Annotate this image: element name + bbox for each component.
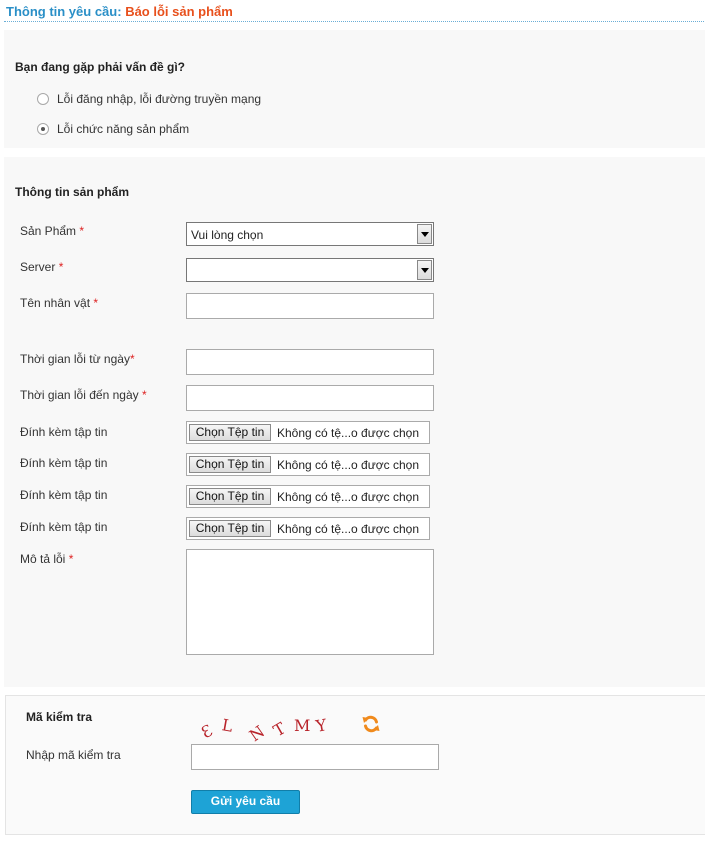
radio-function-issue-label[interactable]: Lỗi chức năng sản phẩm bbox=[57, 122, 189, 136]
to-date-input[interactable] bbox=[186, 385, 434, 411]
radio-login-issue-label[interactable]: Lỗi đăng nhập, lỗi đường truyền mạng bbox=[57, 92, 261, 106]
chevron-down-icon bbox=[417, 260, 432, 280]
from-date-label: Thời gian lỗi từ ngày* bbox=[20, 352, 135, 366]
to-date-label: Thời gian lỗi đến ngày * bbox=[20, 388, 147, 402]
chevron-down-icon bbox=[417, 224, 432, 244]
submit-button[interactable]: Gửi yêu cầu bbox=[191, 790, 300, 814]
required-mark: * bbox=[141, 388, 147, 402]
page-title: Thông tin yêu cầu: Báo lỗi sản phẩm bbox=[6, 4, 233, 19]
choose-file-button[interactable]: Chọn Tệp tin bbox=[189, 520, 271, 537]
description-textarea[interactable] bbox=[186, 549, 434, 655]
captcha-char: T bbox=[269, 718, 289, 741]
required-mark: * bbox=[129, 352, 135, 366]
choose-file-button[interactable]: Chọn Tệp tin bbox=[189, 488, 271, 505]
header-divider bbox=[4, 21, 704, 22]
attachment-label: Đính kèm tập tin bbox=[20, 425, 108, 439]
server-label: Server * bbox=[20, 260, 64, 274]
required-mark: * bbox=[58, 260, 64, 274]
required-mark: * bbox=[93, 296, 99, 310]
description-label: Mô tả lỗi * bbox=[20, 552, 74, 566]
title-prefix: Thông tin yêu cầu: bbox=[6, 4, 122, 19]
choose-file-button[interactable]: Chọn Tệp tin bbox=[189, 424, 271, 441]
product-info-title: Thông tin sản phẩm bbox=[15, 185, 129, 199]
product-select-value: Vui lòng chọn bbox=[191, 228, 264, 242]
attachment-label: Đính kèm tập tin bbox=[20, 456, 108, 470]
file-status: Không có tệ...o được chọn bbox=[277, 458, 419, 472]
attachment-label: Đính kèm tập tin bbox=[20, 488, 108, 502]
captcha-title: Mã kiểm tra bbox=[26, 710, 93, 724]
character-label: Tên nhân vật * bbox=[20, 296, 99, 310]
refresh-icon[interactable] bbox=[361, 714, 381, 734]
attachment-input[interactable]: Chọn Tệp tin Không có tệ...o được chọn bbox=[186, 453, 430, 476]
issue-question: Bạn đang gặp phải vấn đề gì? bbox=[15, 60, 186, 74]
from-date-input[interactable] bbox=[186, 349, 434, 375]
required-mark: * bbox=[68, 552, 74, 566]
file-status: Không có tệ...o được chọn bbox=[277, 522, 419, 536]
attachment-input[interactable]: Chọn Tệp tin Không có tệ...o được chọn bbox=[186, 421, 430, 444]
captcha-char: Y bbox=[314, 715, 329, 736]
server-select[interactable] bbox=[186, 258, 434, 282]
captcha-char: M bbox=[294, 716, 311, 735]
file-status: Không có tệ...o được chọn bbox=[277, 426, 419, 440]
product-select[interactable]: Vui lòng chọn bbox=[186, 222, 434, 246]
captcha-input[interactable] bbox=[191, 744, 439, 770]
attachment-input[interactable]: Chọn Tệp tin Không có tệ...o được chọn bbox=[186, 517, 430, 540]
captcha-char: L bbox=[220, 715, 235, 736]
attachment-label: Đính kèm tập tin bbox=[20, 520, 108, 534]
radio-function-issue[interactable] bbox=[37, 123, 49, 135]
radio-login-issue[interactable] bbox=[37, 93, 49, 105]
captcha-char: N bbox=[245, 721, 269, 746]
title-value: Báo lỗi sản phẩm bbox=[125, 4, 233, 19]
choose-file-button[interactable]: Chọn Tệp tin bbox=[189, 456, 271, 473]
attachment-input[interactable]: Chọn Tệp tin Không có tệ...o được chọn bbox=[186, 485, 430, 508]
product-label: Sản Phẩm * bbox=[20, 224, 85, 238]
file-status: Không có tệ...o được chọn bbox=[277, 490, 419, 504]
captcha-char: Ɛ bbox=[197, 720, 217, 743]
required-mark: * bbox=[79, 224, 85, 238]
character-name-input[interactable] bbox=[186, 293, 434, 319]
captcha-input-label: Nhập mã kiểm tra bbox=[26, 748, 121, 762]
captcha-image: Ɛ L N T M Y bbox=[197, 712, 348, 746]
